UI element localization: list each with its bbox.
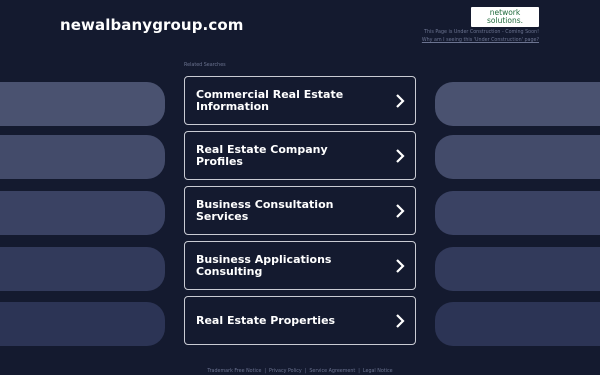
footer-links: Trademark Free Notice | Privacy Policy | Ser… — [0, 369, 600, 374]
side-panel-left-3 — [0, 191, 165, 235]
related-search-label: Real Estate Properties — [196, 313, 336, 327]
side-panel-right-2 — [435, 135, 600, 179]
chevron-right-icon — [396, 258, 405, 273]
side-panel-right-4 — [435, 247, 600, 291]
related-search-link[interactable]: Real Estate Properties — [184, 296, 416, 345]
side-panel-right-3 — [435, 191, 600, 235]
footer-link-service[interactable]: Service Agreement — [309, 369, 355, 374]
related-search-link[interactable]: Business Consultation Services — [184, 186, 416, 235]
side-panel-left-5 — [0, 302, 165, 346]
chevron-right-icon — [396, 203, 405, 218]
why-under-construction-link[interactable]: Why am I seeing this 'Under Construction… — [422, 38, 539, 43]
under-construction-text: This Page is Under Construction - Coming… — [424, 30, 539, 35]
chevron-right-icon — [396, 93, 405, 108]
footer-separator: | — [358, 369, 360, 374]
related-search-label: Real Estate Company Profiles — [196, 142, 328, 168]
chevron-right-icon — [396, 148, 405, 163]
related-search-label: Commercial Real Estate Information — [196, 87, 344, 113]
footer-link-privacy[interactable]: Privacy Policy — [269, 369, 302, 374]
chevron-right-icon — [396, 313, 405, 328]
logo-line-2: solutions. — [487, 16, 523, 25]
footer-separator: | — [264, 369, 267, 374]
related-search-link[interactable]: Business Applications Consulting — [184, 241, 416, 290]
side-panel-left-1 — [0, 82, 165, 126]
related-search-label: Business Consultation Services — [196, 197, 334, 223]
side-panel-right-1 — [435, 82, 600, 126]
related-search-label: Business Applications Consulting — [196, 252, 332, 278]
footer-separator: | — [304, 369, 307, 374]
network-solutions-logo[interactable]: network solutions. — [471, 7, 539, 27]
footer-link-trademark[interactable]: Trademark Free Notice — [207, 369, 261, 374]
side-panel-left-2 — [0, 135, 165, 179]
related-searches-heading: Related Searches — [184, 63, 226, 68]
footer-link-legal[interactable]: Legal Notice — [363, 369, 393, 374]
related-search-link[interactable]: Commercial Real Estate Information — [184, 76, 416, 125]
side-panel-right-5 — [435, 302, 600, 346]
side-panel-left-4 — [0, 247, 165, 291]
related-search-link[interactable]: Real Estate Company Profiles — [184, 131, 416, 180]
site-domain-title: newalbanygroup.com — [60, 16, 244, 34]
